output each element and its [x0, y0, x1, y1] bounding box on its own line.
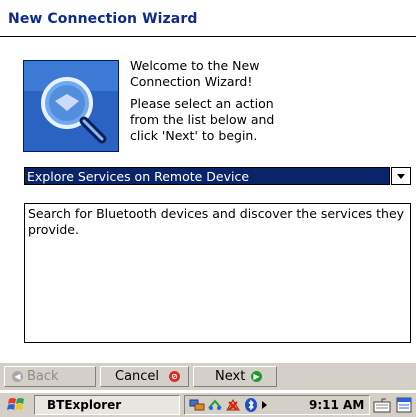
- keyboard-icon[interactable]: [373, 397, 391, 413]
- action-select-button[interactable]: [391, 167, 411, 185]
- chevron-down-icon: [397, 174, 405, 179]
- cancel-button-label: Cancel: [115, 369, 160, 384]
- cancel-button[interactable]: Cancel ⊘: [100, 366, 189, 387]
- title-divider: [0, 36, 416, 37]
- welcome-text: Welcome to the New Connection Wizard! Pl…: [130, 58, 290, 150]
- wizard-button-bar: ◀ Back Cancel ⊘ Next ▶: [0, 363, 416, 390]
- window-switch-icon[interactable]: [396, 397, 412, 413]
- welcome-instructions: Please select an action from the list be…: [130, 96, 275, 143]
- cancel-icon: ⊘: [169, 371, 180, 382]
- bluetooth-icon[interactable]: [243, 398, 259, 412]
- action-select-value: Explore Services on Remote Device: [27, 169, 250, 184]
- taskbar-app-btexplorer[interactable]: BTExplorer: [34, 395, 180, 415]
- back-arrow-icon: ◀: [12, 371, 23, 382]
- window-title: New Connection Wizard: [8, 11, 198, 27]
- taskbar: BTExplorer 9:11 AM: [0, 392, 416, 417]
- back-button[interactable]: ◀ Back: [4, 366, 96, 387]
- system-tray: 9:11 AM: [184, 395, 370, 415]
- signal-error-icon[interactable]: [225, 398, 241, 412]
- tray-expand-arrow-icon[interactable]: [259, 398, 269, 412]
- action-description-box: Search for Bluetooth devices and discove…: [24, 203, 411, 343]
- wizard-screen: New Connection Wizard Welcome to the New…: [0, 0, 416, 417]
- action-description: Search for Bluetooth devices and discove…: [28, 206, 405, 237]
- wizard-magnifier-icon: [23, 60, 119, 152]
- clock[interactable]: 9:11 AM: [309, 397, 364, 414]
- next-arrow-icon: ▶: [251, 371, 262, 382]
- start-windows-flag-icon[interactable]: [6, 396, 28, 414]
- network-computer-icon[interactable]: [189, 398, 205, 412]
- connectivity-icon[interactable]: [207, 398, 223, 412]
- back-button-label: Back: [27, 369, 59, 384]
- next-button-label: Next: [215, 369, 246, 384]
- action-select[interactable]: Explore Services on Remote Device: [24, 167, 390, 185]
- welcome-heading: Welcome to the New Connection Wizard!: [130, 58, 260, 89]
- taskbar-app-label: BTExplorer: [47, 398, 122, 412]
- next-button[interactable]: Next ▶: [193, 366, 277, 387]
